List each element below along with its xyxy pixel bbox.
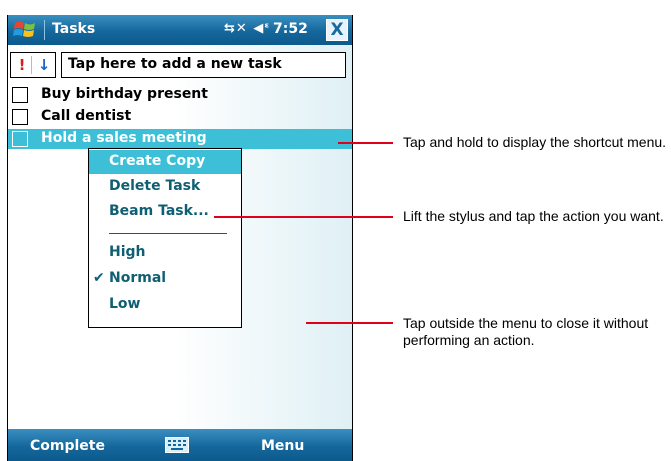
- clock[interactable]: 7:52: [273, 21, 308, 37]
- pda-screen: Tasks ⇆✕ ◀ᵋ 7:52 X ! ↓ Tap here to add a…: [7, 15, 353, 461]
- task-row-selected[interactable]: Hold a sales meeting: [8, 129, 352, 149]
- high-priority-icon[interactable]: !: [13, 56, 32, 74]
- task-row[interactable]: Call dentist: [8, 107, 352, 127]
- app-title: Tasks: [52, 21, 96, 37]
- priority-selector[interactable]: ! ↓: [10, 52, 56, 78]
- menu-item-priority-high[interactable]: High: [89, 241, 241, 265]
- callout-line: [306, 322, 393, 324]
- task-label: Buy birthday present: [41, 86, 208, 102]
- menu-item-label: Delete Task: [109, 178, 201, 194]
- menu-item-label: Normal: [109, 270, 167, 286]
- menu-item-label: High: [109, 244, 146, 260]
- shortcut-menu: Create Copy Delete Task Beam Task... Hig…: [88, 148, 242, 328]
- title-bar: Tasks ⇆✕ ◀ᵋ 7:52 X: [8, 15, 352, 45]
- connectivity-volume-icons[interactable]: ⇆✕ ◀ᵋ: [224, 21, 270, 36]
- task-checkbox[interactable]: [12, 131, 28, 147]
- menu-item-label: Beam Task...: [109, 203, 209, 219]
- menu-item-create-copy[interactable]: Create Copy: [89, 150, 241, 174]
- callout-line: [338, 142, 393, 144]
- close-button[interactable]: X: [326, 19, 348, 41]
- callout-text: Lift the stylus and tap the action you w…: [403, 208, 664, 224]
- menu-item-label: Create Copy: [109, 153, 206, 169]
- task-label: Hold a sales meeting: [41, 130, 207, 146]
- menu-item-label: Low: [109, 296, 141, 312]
- windows-start-icon[interactable]: [12, 19, 38, 41]
- menu-divider: [109, 233, 227, 234]
- title-separator: [44, 20, 45, 40]
- callout-text: Tap and hold to display the shortcut men…: [403, 134, 667, 150]
- task-checkbox[interactable]: [12, 109, 28, 125]
- complete-softkey[interactable]: Complete: [30, 438, 105, 454]
- softkey-bar: Complete Menu: [8, 429, 352, 461]
- checkmark-icon: ✔: [93, 270, 105, 286]
- callout-line: [214, 216, 393, 218]
- task-checkbox[interactable]: [12, 87, 28, 103]
- new-task-input[interactable]: Tap here to add a new task: [61, 52, 346, 78]
- task-row[interactable]: Buy birthday present: [8, 85, 352, 105]
- task-entry-bar: ! ↓ Tap here to add a new task: [8, 51, 352, 79]
- menu-item-priority-normal[interactable]: ✔ Normal: [89, 267, 241, 291]
- low-priority-icon[interactable]: ↓: [35, 56, 53, 74]
- menu-softkey[interactable]: Menu: [261, 438, 304, 454]
- menu-item-delete-task[interactable]: Delete Task: [89, 175, 241, 199]
- task-label: Call dentist: [41, 108, 132, 124]
- menu-item-priority-low[interactable]: Low: [89, 293, 241, 317]
- menu-item-beam-task[interactable]: Beam Task...: [89, 200, 241, 224]
- keyboard-icon[interactable]: [165, 437, 189, 453]
- callout-text: Tap outside the menu to close it without…: [403, 315, 649, 348]
